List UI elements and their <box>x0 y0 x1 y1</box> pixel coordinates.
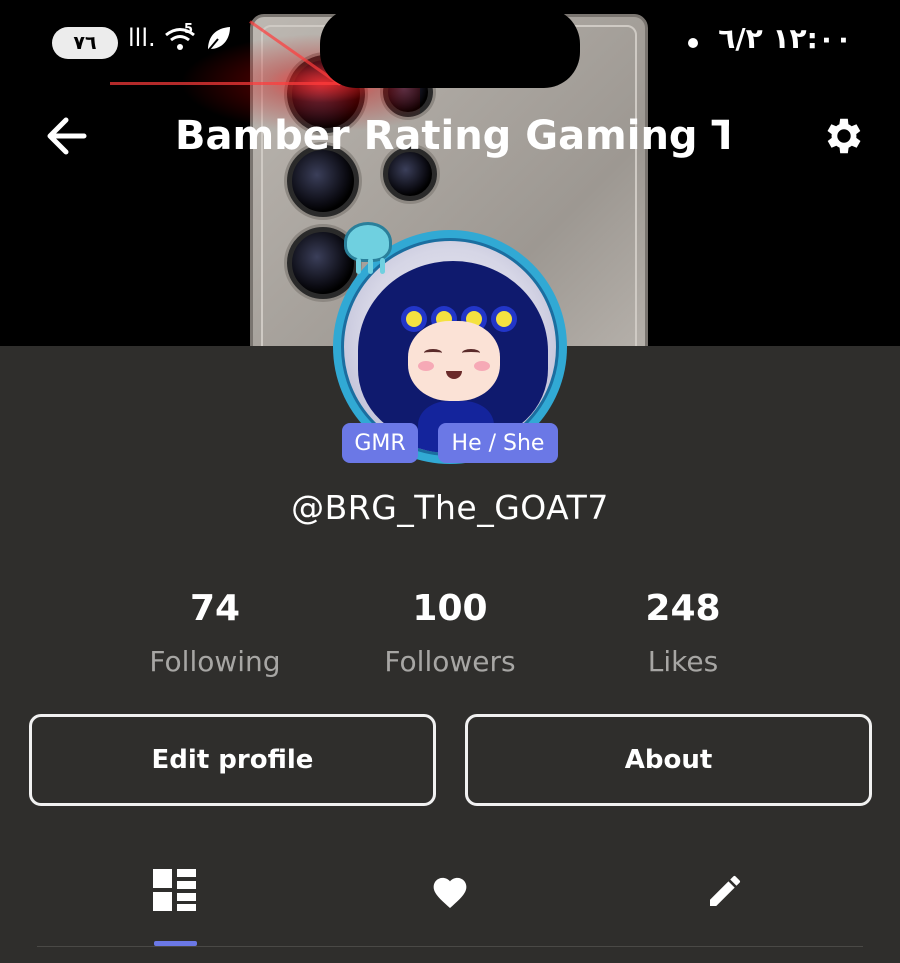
edit-profile-button[interactable]: Edit profile <box>29 714 436 806</box>
likes-stat[interactable]: 248 Likes <box>583 585 783 687</box>
camera-notch <box>320 8 580 88</box>
settings-button[interactable] <box>816 108 872 164</box>
clock-time: ١٢:٠٠ <box>772 22 852 55</box>
signal-icon: lll. <box>128 24 156 52</box>
tab-posts[interactable] <box>135 858 215 924</box>
battery-level: ٧٦ <box>73 32 97 54</box>
likes-label: Likes <box>647 645 719 678</box>
wifi-badge: 5 <box>184 22 194 37</box>
following-label: Following <box>149 645 281 678</box>
leaf-icon <box>204 24 232 60</box>
status-clock: ١٢:٠٠ ٦/٢ <box>696 22 852 55</box>
tab-liked[interactable] <box>410 858 490 924</box>
tab-drafts[interactable] <box>685 858 765 924</box>
signal-text: lll. <box>128 24 156 52</box>
pronouns-badge: He / She <box>438 423 558 463</box>
status-bar: ٧٦ lll. 5 ١٢:٠٠ ٦/٢ <box>0 0 900 88</box>
grid-icon <box>153 869 196 911</box>
followers-count: 100 <box>412 588 488 629</box>
tab-divider <box>37 946 863 947</box>
username: @BRG_The_GOAT7 <box>291 488 609 527</box>
gear-icon <box>827 118 861 154</box>
back-button[interactable] <box>40 108 92 164</box>
pencil-icon <box>710 875 741 906</box>
page-title: Bamber Rating Gaming The <box>175 113 729 159</box>
arrow-left-icon <box>47 117 87 155</box>
followers-stat[interactable]: 100 Followers <box>350 585 550 687</box>
about-button[interactable]: About <box>465 714 872 806</box>
heart-icon <box>433 877 467 909</box>
gmr-badge: GMR <box>342 423 418 463</box>
battery-indicator: ٧٦ <box>52 27 118 59</box>
followers-label: Followers <box>384 645 516 678</box>
clock-date: ٦/٢ <box>718 22 763 55</box>
following-stat[interactable]: 74 Following <box>115 585 315 687</box>
following-count: 74 <box>189 588 241 629</box>
jellyfish-decoration-icon <box>344 222 392 262</box>
likes-count: 248 <box>645 588 721 629</box>
